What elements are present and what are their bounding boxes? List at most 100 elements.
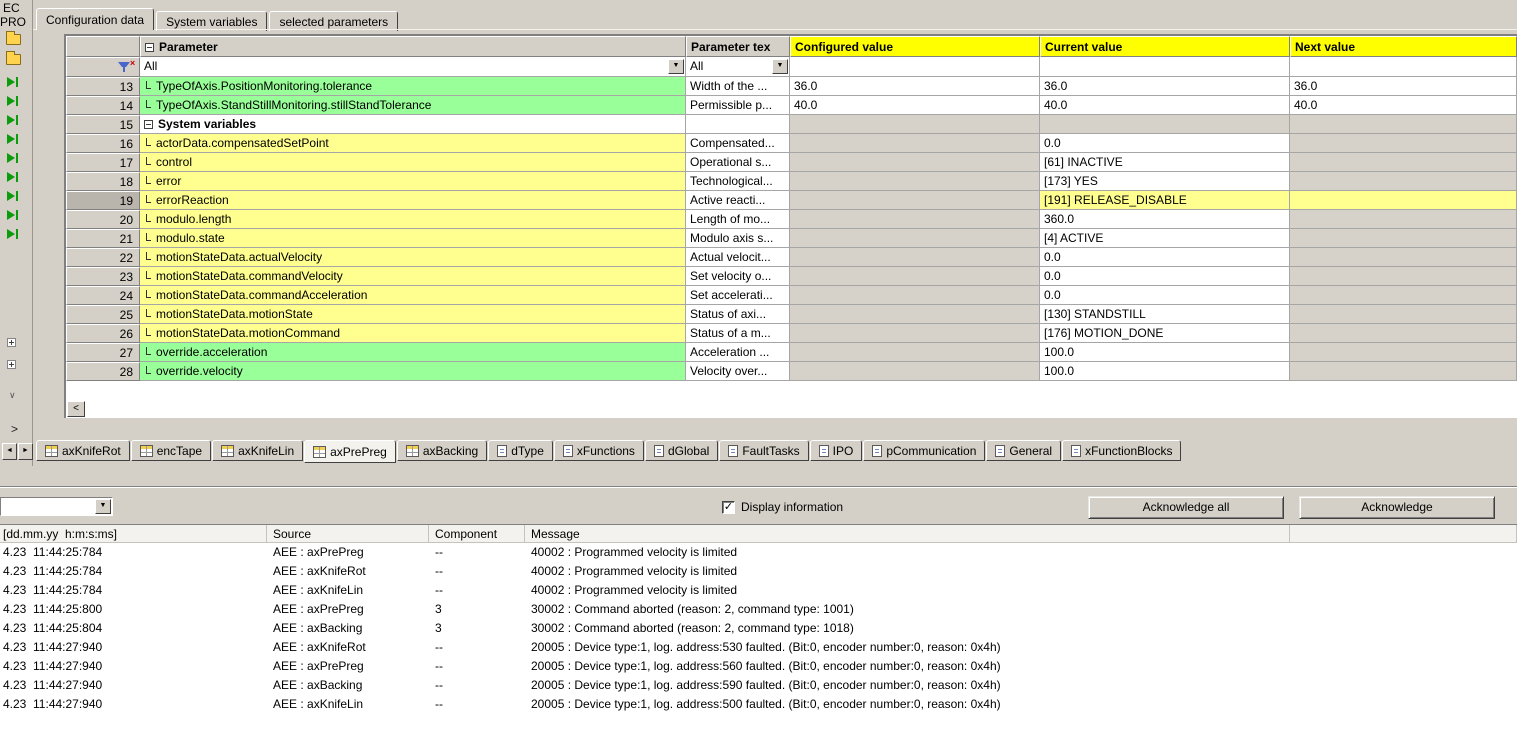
tree-expand-icon[interactable]	[7, 360, 16, 369]
configured-value-cell[interactable]	[790, 229, 1040, 248]
parameter-name-cell[interactable]: TypeOfAxis.StandStillMonitoring.stillSta…	[140, 96, 686, 115]
parameter-text-filter-dropdown[interactable]: All▼	[686, 57, 790, 77]
collapse-group-icon[interactable]	[144, 120, 153, 129]
parameter-name-cell[interactable]: control	[140, 153, 686, 172]
chevron-down-icon[interactable]: ▼	[772, 59, 788, 74]
parameter-text-column-header[interactable]: Parameter tex	[686, 36, 790, 57]
current-value-column-header[interactable]: Current value	[1040, 36, 1290, 57]
collapse-all-icon[interactable]	[145, 43, 154, 52]
row-number[interactable]: 15	[66, 115, 140, 134]
configured-value-cell[interactable]	[790, 134, 1040, 153]
axis-icon[interactable]	[7, 205, 18, 224]
next-value-cell[interactable]	[1290, 343, 1517, 362]
tab-system-variables[interactable]: System variables	[156, 11, 267, 31]
parameter-name-cell[interactable]: motionStateData.motionState	[140, 305, 686, 324]
acknowledge-all-button[interactable]: Acknowledge all	[1088, 496, 1284, 519]
sheet-tab-axknifelin[interactable]: axKnifeLin	[212, 440, 303, 461]
parameter-name-cell[interactable]: override.acceleration	[140, 343, 686, 362]
parameter-name-cell[interactable]: motionStateData.actualVelocity	[140, 248, 686, 267]
sheet-tab-faulttasks[interactable]: FaultTasks	[719, 440, 808, 461]
configured-value-cell[interactable]	[790, 343, 1040, 362]
message-row[interactable]: 4.23 11:44:27:940AEE : axPrePreg--20005 …	[0, 657, 1517, 676]
alarm-filter-combobox[interactable]: ▼	[0, 497, 113, 516]
folder-icon[interactable]	[6, 54, 21, 65]
next-value-cell[interactable]	[1290, 305, 1517, 324]
current-value-cell[interactable]: [130] STANDSTILL	[1040, 305, 1290, 324]
next-value-cell[interactable]	[1290, 172, 1517, 191]
configured-value-column-header[interactable]: Configured value	[790, 36, 1040, 57]
next-value-cell[interactable]	[1290, 286, 1517, 305]
current-filter-cell[interactable]	[1040, 57, 1290, 77]
next-value-cell[interactable]	[1290, 362, 1517, 381]
parameter-name-cell[interactable]: motionStateData.commandAcceleration	[140, 286, 686, 305]
message-row[interactable]: 4.23 11:44:27:940AEE : axBacking--20005 …	[0, 676, 1517, 695]
current-value-cell[interactable]: 100.0	[1040, 343, 1290, 362]
current-value-cell[interactable]: 0.0	[1040, 267, 1290, 286]
current-value-cell[interactable]: [4] ACTIVE	[1040, 229, 1290, 248]
sheet-tab-axkniferot[interactable]: axKnifeRot	[36, 440, 130, 461]
parameter-filter-dropdown[interactable]: All▼	[140, 57, 686, 77]
axis-icon[interactable]	[7, 72, 18, 91]
row-number[interactable]: 14	[66, 96, 140, 115]
axis-icon[interactable]	[7, 91, 18, 110]
time-column-header[interactable]: [dd.mm.yy h:m:s:ms]	[0, 525, 267, 542]
tab-configuration-data[interactable]: Configuration data	[36, 8, 154, 30]
next-value-cell[interactable]	[1290, 134, 1517, 153]
tree-expand-icon[interactable]	[7, 338, 16, 347]
folder-icon[interactable]	[6, 34, 21, 45]
component-column-header[interactable]: Component	[429, 525, 525, 542]
row-number[interactable]: 16	[66, 134, 140, 153]
axis-icon[interactable]	[7, 129, 18, 148]
next-value-column-header[interactable]: Next value	[1290, 36, 1517, 57]
row-number[interactable]: 13	[66, 77, 140, 96]
sheet-tab-xfunctionblocks[interactable]: xFunctionBlocks	[1062, 440, 1181, 461]
row-number[interactable]: 19	[66, 191, 140, 210]
tab-selected-parameters[interactable]: selected parameters	[269, 11, 398, 31]
sheet-tab-ipo[interactable]: IPO	[810, 440, 863, 461]
configured-value-cell[interactable]	[790, 362, 1040, 381]
message-row[interactable]: 4.23 11:44:27:940AEE : axKnifeRot--20005…	[0, 638, 1517, 657]
chevron-down-icon[interactable]: ▼	[668, 59, 684, 74]
parameter-name-cell[interactable]: modulo.state	[140, 229, 686, 248]
next-value-cell[interactable]: 36.0	[1290, 77, 1517, 96]
sheet-tab-enctape[interactable]: encTape	[131, 440, 211, 461]
message-column-header[interactable]: Message	[525, 525, 1290, 542]
axis-icon[interactable]	[7, 148, 18, 167]
configured-value-cell[interactable]	[790, 210, 1040, 229]
sheet-tab-axbacking[interactable]: axBacking	[397, 440, 487, 461]
message-row[interactable]: 4.23 11:44:27:940AEE : axKnifeLin--20005…	[0, 695, 1517, 714]
parameter-name-cell[interactable]: override.velocity	[140, 362, 686, 381]
row-number[interactable]: 22	[66, 248, 140, 267]
parameter-name-cell[interactable]: errorReaction	[140, 191, 686, 210]
configured-value-cell[interactable]: 36.0	[790, 77, 1040, 96]
tree-label-fragment[interactable]: EC	[3, 1, 20, 15]
current-value-cell[interactable]: 360.0	[1040, 210, 1290, 229]
current-value-cell[interactable]: [173] YES	[1040, 172, 1290, 191]
tree-label-fragment[interactable]: PRO	[0, 15, 26, 29]
sheet-tab-axprepreg[interactable]: axPrePreg	[304, 440, 396, 463]
table-scroll-left-button[interactable]: <	[67, 401, 85, 417]
next-value-cell[interactable]	[1290, 115, 1517, 134]
axis-icon[interactable]	[7, 110, 18, 129]
display-information-checkbox[interactable]: ✓	[722, 501, 735, 514]
row-number[interactable]: 23	[66, 267, 140, 286]
row-number[interactable]: 24	[66, 286, 140, 305]
configured-value-cell[interactable]	[790, 267, 1040, 286]
source-column-header[interactable]: Source	[267, 525, 429, 542]
configured-value-cell[interactable]	[790, 172, 1040, 191]
current-value-cell[interactable]: 40.0	[1040, 96, 1290, 115]
current-value-cell[interactable]: 0.0	[1040, 248, 1290, 267]
configured-value-cell[interactable]	[790, 153, 1040, 172]
acknowledge-button[interactable]: Acknowledge	[1299, 496, 1495, 519]
current-value-cell[interactable]: 100.0	[1040, 362, 1290, 381]
current-value-cell[interactable]	[1040, 115, 1290, 134]
filter-clear-icon[interactable]: ×	[118, 61, 133, 74]
current-value-cell[interactable]: [176] MOTION_DONE	[1040, 324, 1290, 343]
row-number[interactable]: 25	[66, 305, 140, 324]
message-row[interactable]: 4.23 11:44:25:784AEE : axKnifeLin--40002…	[0, 581, 1517, 600]
configured-value-cell[interactable]	[790, 248, 1040, 267]
next-value-cell[interactable]	[1290, 229, 1517, 248]
row-number[interactable]: 21	[66, 229, 140, 248]
tree-more-icon[interactable]: >	[11, 422, 18, 436]
next-filter-cell[interactable]	[1290, 57, 1517, 77]
